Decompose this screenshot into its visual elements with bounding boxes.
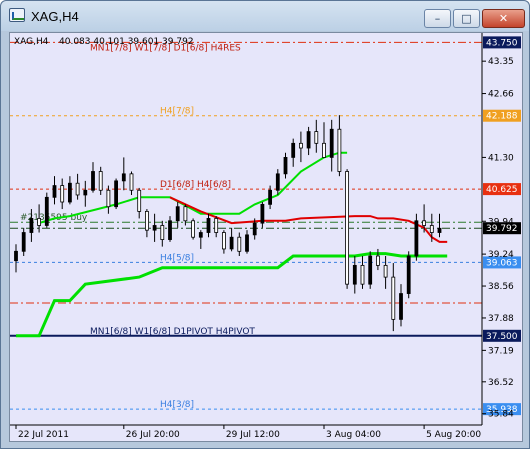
- candle-body: [121, 173, 126, 182]
- candle-body: [391, 276, 396, 320]
- time-tick-label: 5 Aug 20:00: [426, 430, 481, 440]
- price-chart[interactable]: MN1[7/8] W1[7/8] D1[6/8] H4RES 43.750 H4[7…: [9, 32, 523, 442]
- candle-body: [106, 189, 111, 208]
- candle-body: [221, 232, 226, 250]
- maximize-button[interactable]: □: [453, 9, 480, 28]
- window-titlebar[interactable]: XAG,H4 – □ ✕: [1, 1, 529, 31]
- candle-body: [329, 128, 334, 158]
- candle-body: [52, 185, 57, 198]
- window-title: XAG,H4: [31, 9, 79, 24]
- close-button[interactable]: ✕: [482, 9, 525, 28]
- candle-body: [429, 225, 434, 233]
- price-tick-label: 35.84: [488, 410, 514, 420]
- price-tick-label: 43.35: [488, 57, 514, 67]
- level-price-tag-text: 42.188: [486, 112, 518, 122]
- chart-symbol: XAG,H4: [14, 37, 49, 47]
- price-tick-label: 41.30: [488, 153, 514, 163]
- price-tick-label: 38.56: [488, 282, 514, 292]
- candle-body: [144, 210, 149, 231]
- candle-body: [260, 203, 265, 224]
- candle-body: [314, 131, 319, 144]
- candle-body: [183, 206, 188, 222]
- candle-body: [214, 218, 219, 233]
- candle-body: [406, 255, 411, 294]
- time-tick-label: 22 Jul 2011: [18, 430, 69, 440]
- candle-body: [352, 264, 357, 285]
- candle-body: [98, 171, 103, 191]
- candle-body: [268, 189, 273, 205]
- candle-body: [399, 293, 403, 320]
- candle-body: [14, 250, 18, 262]
- green-indicator-line: [16, 252, 448, 338]
- level-price-tag-text: 37.500: [486, 332, 518, 342]
- level-label: H4[3/8]: [160, 400, 194, 410]
- level-label: D1[6/8] H4[6/8]: [160, 180, 231, 190]
- candle-body: [414, 220, 419, 257]
- level-label: H4[7/8]: [160, 107, 194, 117]
- level-label: H4[5/8]: [160, 253, 194, 263]
- candle-body: [306, 131, 311, 149]
- price-tick-label: 37.19: [488, 346, 514, 356]
- time-tick-label: 29 Jul 12:00: [226, 430, 280, 440]
- candle-body: [383, 264, 388, 278]
- candle-body: [152, 225, 157, 231]
- candle-body: [345, 171, 350, 285]
- candle-body: [422, 220, 427, 226]
- candle-body: [91, 171, 95, 191]
- candle-body: [21, 232, 26, 252]
- candle-body: [37, 218, 42, 226]
- candle-body: [368, 255, 373, 285]
- candle-body: [437, 227, 442, 233]
- candle-body: [283, 157, 288, 175]
- candle-body: [337, 128, 342, 172]
- time-tick-label: 3 Aug 04:00: [326, 430, 381, 440]
- candle-body: [375, 255, 380, 266]
- price-tick-label: 39.94: [488, 217, 514, 227]
- candle-body: [198, 232, 203, 238]
- candle-body: [298, 142, 303, 149]
- candle-body: [175, 206, 180, 222]
- candle-body: [114, 180, 118, 208]
- chart-app-icon: [9, 8, 25, 22]
- price-tick-label: 37.88: [488, 314, 514, 324]
- candle-body: [322, 142, 326, 158]
- candle-body: [129, 173, 134, 191]
- candle-body: [291, 142, 296, 158]
- chart-ohlc: 40.083 40.101 39.601 39.792: [59, 37, 194, 47]
- level-label: MN1[6/8] W1[6/8] D1PIVOT H4PIVOT: [90, 327, 255, 337]
- candle-body: [206, 218, 211, 233]
- candle-body: [160, 225, 165, 240]
- candle-body: [83, 189, 88, 196]
- candle-body: [252, 222, 257, 236]
- price-tick-label: 42.66: [488, 90, 514, 100]
- time-tick-label: 26 Jul 20:00: [126, 430, 180, 440]
- candle-body: [75, 182, 80, 196]
- candle-body: [168, 220, 172, 240]
- chart-canvas[interactable]: MN1[7/8] W1[7/8] D1[6/8] H4RES 43.750H4[7…: [10, 33, 522, 441]
- level-price-tag-text: 40.625: [486, 185, 518, 195]
- candle-body: [360, 264, 365, 285]
- candle-body: [137, 189, 142, 212]
- candle-body: [44, 196, 49, 226]
- candle-body: [60, 185, 65, 203]
- price-tick-label: 39.24: [488, 250, 514, 260]
- candle-body: [29, 218, 34, 233]
- level-price-tag-text: 43.750: [486, 38, 518, 48]
- price-tick-label: 36.52: [488, 378, 514, 388]
- candle-body: [229, 236, 234, 250]
- candle-body: [275, 173, 280, 191]
- candle-body: [68, 182, 72, 203]
- chart-window: XAG,H4 – □ ✕ MN1[7/8] W1[7/8] D1[6/8] H4…: [0, 0, 530, 449]
- candle-body: [237, 236, 242, 252]
- red-indicator-line: [169, 196, 448, 243]
- minimize-button[interactable]: –: [424, 9, 451, 28]
- candle-body: [191, 220, 196, 238]
- candle-body: [245, 234, 249, 252]
